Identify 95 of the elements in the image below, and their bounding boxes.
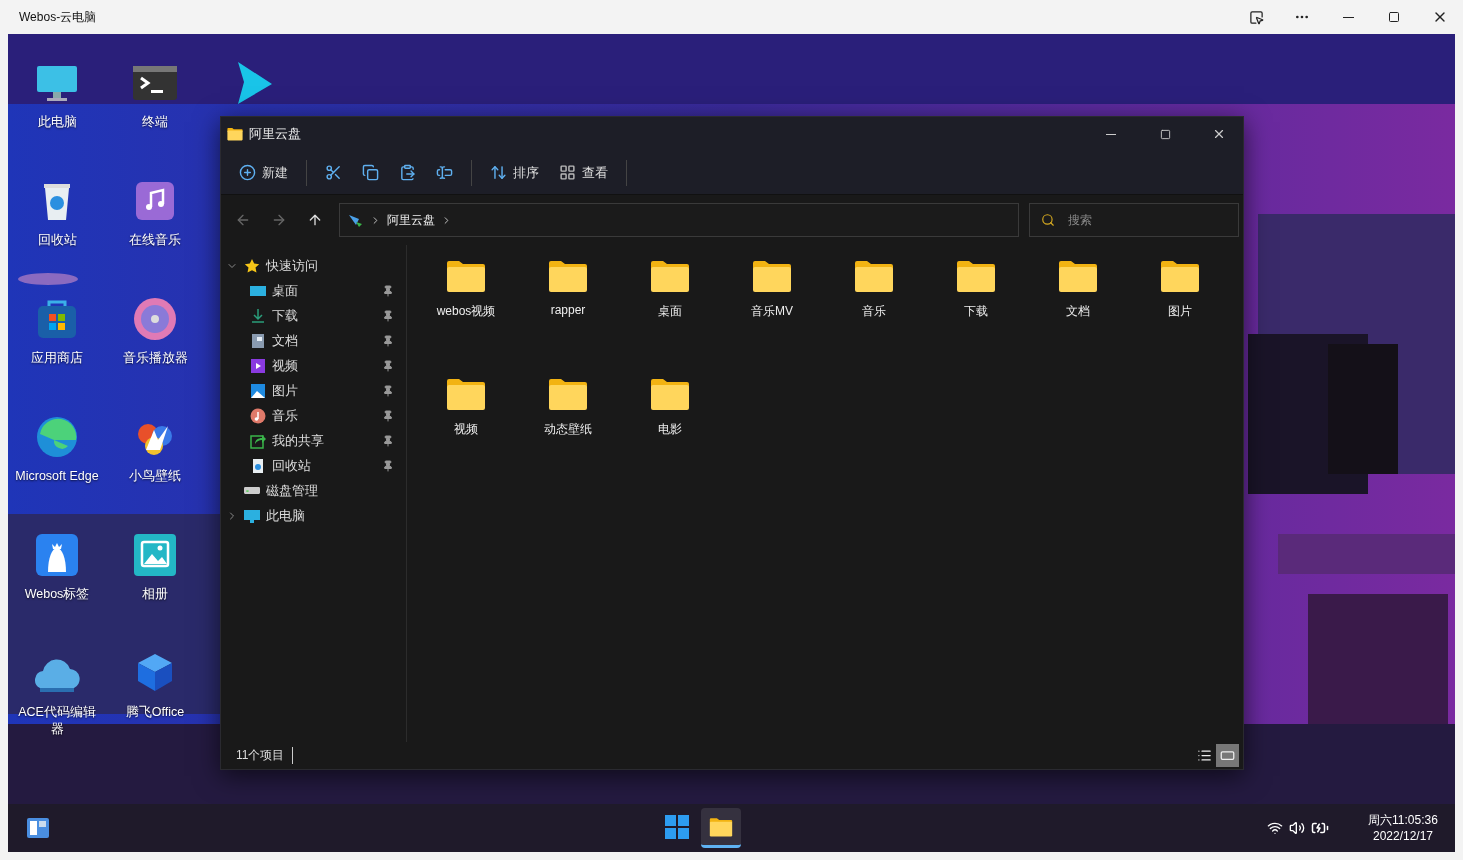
folder-icon: [854, 259, 894, 293]
address-bar[interactable]: 阿里云盘: [339, 203, 1019, 237]
paste-icon: [399, 164, 416, 181]
search-field[interactable]: 搜索: [1029, 203, 1239, 237]
list-icon: [1197, 748, 1212, 763]
folder-icon: [446, 259, 486, 293]
plus-icon: [239, 164, 256, 181]
app-label[interactable]: 相册: [111, 586, 199, 603]
app-label[interactable]: 小鸟壁纸: [111, 468, 199, 485]
folder-name[interactable]: 动态壁纸: [544, 421, 592, 438]
search-icon: [1041, 213, 1055, 227]
sort-icon: [490, 164, 507, 181]
widgets-icon[interactable]: [26, 817, 50, 839]
folder-name[interactable]: rapper: [550, 303, 586, 317]
music-icon: [250, 407, 266, 424]
app-label[interactable]: 终端: [111, 114, 199, 131]
app-label[interactable]: 此电脑: [13, 114, 101, 131]
folder-icon: [708, 816, 733, 837]
video-icon: [250, 357, 266, 374]
folder-icon: [446, 377, 486, 411]
download-icon: [250, 307, 266, 324]
maximize-icon: [1388, 11, 1400, 23]
folder-icon: [548, 259, 588, 293]
wifi-icon[interactable]: [1267, 820, 1283, 836]
bird-tag-icon: [34, 532, 80, 578]
maximize-icon: [1159, 128, 1171, 140]
folder-icon: [548, 377, 588, 411]
app-label[interactable]: 在线音乐: [111, 232, 199, 249]
explorer-title: 阿里云盘: [249, 125, 302, 143]
folder-icon: [1160, 259, 1200, 293]
vinyl-disc-icon: [132, 296, 178, 342]
app-label[interactable]: 腾飞Office: [111, 704, 199, 721]
volume-icon[interactable]: [1289, 820, 1305, 836]
explorer-button[interactable]: [700, 808, 741, 848]
recycle-bin-icon: [250, 457, 266, 474]
folder-name[interactable]: 文档: [1066, 303, 1090, 320]
app-label[interactable]: 音乐播放器: [111, 350, 199, 367]
folder-name[interactable]: 电影: [658, 421, 682, 438]
sidebar-item[interactable]: 桌面: [221, 278, 406, 303]
folder-name[interactable]: 视频: [454, 421, 478, 438]
scissors-icon: [325, 164, 342, 181]
sidebar-item[interactable]: 我的共享: [221, 428, 406, 453]
folder-name[interactable]: 音乐MV: [751, 303, 793, 320]
forward-arrow-icon: [271, 212, 287, 228]
cloud-drive-icon: [348, 212, 364, 228]
window-title: Webos-云电脑: [19, 8, 98, 26]
grid-icon: [559, 164, 576, 181]
sidebar-item[interactable]: 此电脑: [221, 503, 406, 528]
star-icon: [244, 257, 260, 274]
rename-icon: [436, 164, 453, 181]
drive-icon: [244, 487, 260, 494]
close-icon: [1212, 127, 1226, 141]
sidebar-item[interactable]: 音乐: [221, 403, 406, 428]
view-button[interactable]: 查看: [551, 156, 616, 189]
photo-icon: [132, 532, 178, 578]
monitor-icon: [244, 507, 260, 524]
app-label[interactable]: ACE代码编辑器: [13, 704, 101, 738]
sidebar-item[interactable]: 回收站: [221, 453, 406, 478]
folder-name[interactable]: 桌面: [658, 303, 682, 320]
sidebar-item[interactable]: 视频: [221, 353, 406, 378]
app-label[interactable]: Microsoft Edge: [13, 468, 101, 485]
folder-icon: [650, 259, 690, 293]
folder-name[interactable]: 音乐: [862, 303, 886, 320]
breadcrumb[interactable]: 阿里云盘: [387, 211, 435, 229]
share-icon: [250, 432, 266, 449]
app-label[interactable]: Webos标签: [13, 586, 101, 603]
icons-view-button[interactable]: [1216, 744, 1239, 767]
folder-name[interactable]: 图片: [1168, 303, 1192, 320]
app-label[interactable]: 应用商店: [13, 350, 101, 367]
folder-icon: [227, 127, 243, 141]
item-count: 11个项目: [236, 747, 294, 764]
folder-name[interactable]: 下载: [964, 303, 988, 320]
folder-icon: [752, 259, 792, 293]
minimize-icon: [1106, 133, 1116, 135]
document-icon: [250, 332, 266, 349]
folder-icon: [1058, 259, 1098, 293]
swirl-icon: [34, 414, 80, 460]
rectangle-icon: [1220, 748, 1235, 763]
sidebar-item[interactable]: 磁盘管理: [221, 478, 406, 503]
folder-name[interactable]: webos视频: [436, 303, 496, 320]
sidebar-item[interactable]: 快速访问: [221, 253, 406, 278]
clock[interactable]: 周六11:05:36 2022/12/17: [1363, 812, 1443, 844]
folder-icon: [956, 259, 996, 293]
sort-button[interactable]: 排序: [482, 156, 547, 189]
picture-icon: [250, 382, 266, 399]
minimize-icon: [1342, 16, 1354, 18]
windows-icon: [664, 814, 689, 839]
copy-icon: [362, 164, 379, 181]
new-button[interactable]: 新建: [231, 156, 296, 189]
app-label[interactable]: 回收站: [13, 232, 101, 249]
screen-pointer-icon: [1248, 9, 1264, 25]
sidebar-item[interactable]: 下载: [221, 303, 406, 328]
sidebar-item[interactable]: 文档: [221, 328, 406, 353]
sidebar-item[interactable]: 图片: [221, 378, 406, 403]
folder-icon: [650, 377, 690, 411]
